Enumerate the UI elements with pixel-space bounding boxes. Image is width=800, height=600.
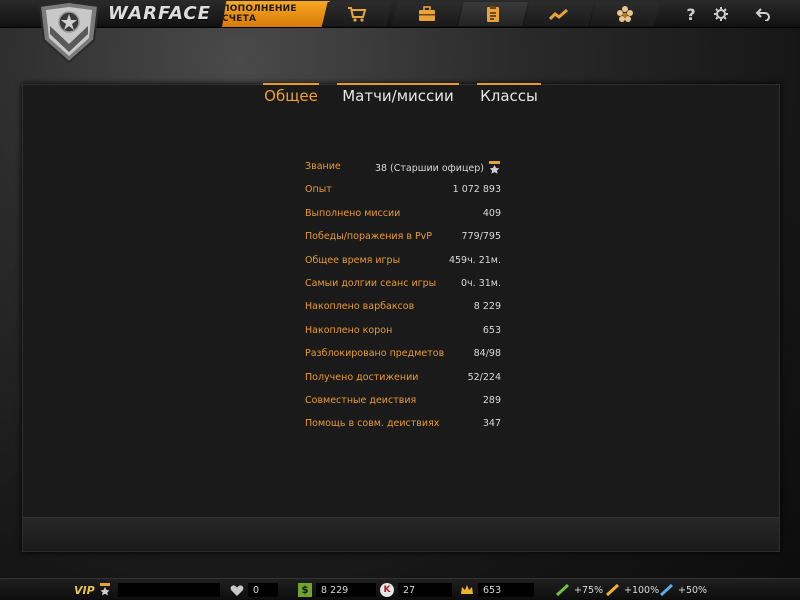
gear-icon: [714, 7, 728, 21]
player-name-field[interactable]: [118, 583, 220, 597]
nav-shop-button[interactable]: [322, 2, 392, 26]
stat-value: 38 (Старшии офицер): [374, 163, 484, 174]
stat-label: Выполнено миссии: [305, 207, 401, 219]
money-boost-value: +100%: [624, 584, 660, 596]
exit-button[interactable]: [752, 4, 774, 24]
top-bar: WARFACE ПОПОЛНЕНИЕ СЧЕТА ?: [0, 0, 800, 28]
stat-row-longest-session: Самыи долгии сеанс игры 0ч. 31м.: [305, 278, 501, 301]
cart-icon: [348, 7, 367, 22]
hearts-count: 0: [248, 583, 278, 597]
clipboard-icon: [487, 6, 499, 22]
settings-button[interactable]: [710, 4, 732, 24]
vp-boost-value: +50%: [678, 584, 708, 596]
warbucks-balance: 8 229: [316, 583, 376, 597]
back-arrow-icon: [755, 8, 770, 21]
stat-label: Совместные деиствия: [305, 394, 417, 406]
stat-value: 1 072 893: [452, 184, 501, 196]
stat-label: Помощь в совм. деиствиях: [305, 418, 440, 430]
stat-row-crowns: Накоплено корон 653: [305, 325, 501, 348]
nav-achievements-button[interactable]: [590, 2, 660, 26]
stat-label: Победы/поражения в PvP: [305, 231, 433, 243]
stat-value: 52/224: [467, 371, 501, 383]
crowns-balance: 653: [478, 583, 534, 597]
stat-row-rank: Звание 38 (Старшии офицер): [305, 161, 501, 184]
stat-label: Накоплено корон: [305, 324, 393, 336]
tab-bar: Общее Матчи/миссии Классы: [23, 83, 779, 111]
stat-value: 0ч. 31м.: [461, 277, 501, 289]
stat-row-playtime: Общее время игры 459ч. 21м.: [305, 255, 501, 278]
rank-icon: [489, 161, 500, 174]
stat-row-pvp: Победы/поражения в PvP 779/795: [305, 231, 501, 254]
stat-label: Получено достижении: [305, 371, 419, 383]
stat-value: 347: [482, 418, 501, 430]
vip-label: VIP: [74, 583, 95, 597]
warface-logo: [38, 0, 100, 64]
nav-rating-button[interactable]: [524, 2, 594, 26]
warbucks-icon: $: [298, 583, 312, 597]
help-button[interactable]: ?: [680, 4, 702, 24]
tab-matches-missions[interactable]: Матчи/миссии: [337, 83, 459, 109]
stat-row-achievements: Получено достижении 52/224: [305, 372, 501, 395]
stat-value: 289: [482, 394, 501, 406]
nav-inventory-button[interactable]: [392, 2, 462, 26]
stat-value: 84/98: [473, 348, 501, 360]
topup-button[interactable]: ПОПОЛНЕНИЕ СЧЕТА: [222, 1, 330, 27]
stat-value: 8 229: [473, 301, 501, 313]
stat-row-unlocked-items: Разблокировано предметов 84/98: [305, 348, 501, 371]
help-icon: ?: [686, 4, 696, 24]
stat-value: 653: [482, 324, 501, 336]
stat-value: 459ч. 21м.: [448, 254, 501, 266]
tab-classes[interactable]: Классы: [477, 83, 541, 109]
money-boost-icon: [606, 583, 620, 597]
stat-row-warbucks: Накоплено варбаксов 8 229: [305, 301, 501, 324]
stat-row-coop-actions: Совместные деиствия 289: [305, 395, 501, 418]
stats-list: Звание 38 (Старшии офицер) Опыт 1 072 89…: [305, 161, 501, 442]
panel-footer: [23, 517, 779, 551]
rank-badge-icon: [99, 583, 110, 596]
stat-label: Общее время игры: [305, 254, 401, 266]
flower-icon: [617, 6, 633, 22]
kredits-icon: K: [380, 583, 394, 597]
chart-icon: [549, 8, 568, 21]
stat-row-experience: Опыт 1 072 893: [305, 184, 501, 207]
stat-label: Разблокировано предметов: [305, 348, 445, 360]
tab-general[interactable]: Общее: [263, 83, 319, 109]
stat-value: 779/795: [461, 231, 501, 243]
bottom-status-bar: VIP 0 $ 8 229 K 27 653 +75% +100% +50%: [0, 578, 800, 600]
brand-wordmark: WARFACE: [108, 3, 211, 24]
stat-row-missions: Выполнено миссии 409: [305, 208, 501, 231]
xp-boost-value: +75%: [574, 584, 604, 596]
profile-panel: Общее Матчи/миссии Классы Звание 38 (Ста…: [22, 83, 780, 552]
stat-label: Опыт: [305, 184, 332, 196]
vp-boost-icon: [660, 583, 674, 597]
briefcase-icon: [419, 6, 435, 21]
stat-value: 409: [482, 207, 501, 219]
xp-boost-icon: [556, 583, 570, 597]
nav-profile-button[interactable]: [458, 2, 528, 26]
crown-icon: [460, 583, 474, 597]
stat-label: Звание: [305, 161, 341, 172]
heart-icon: [230, 583, 244, 597]
stat-label: Накоплено варбаксов: [305, 301, 415, 313]
stat-label: Самыи долгии сеанс игры: [305, 277, 437, 289]
stat-row-coop-assist: Помощь в совм. деиствиях 347: [305, 418, 501, 441]
kredits-balance: 27: [398, 583, 452, 597]
